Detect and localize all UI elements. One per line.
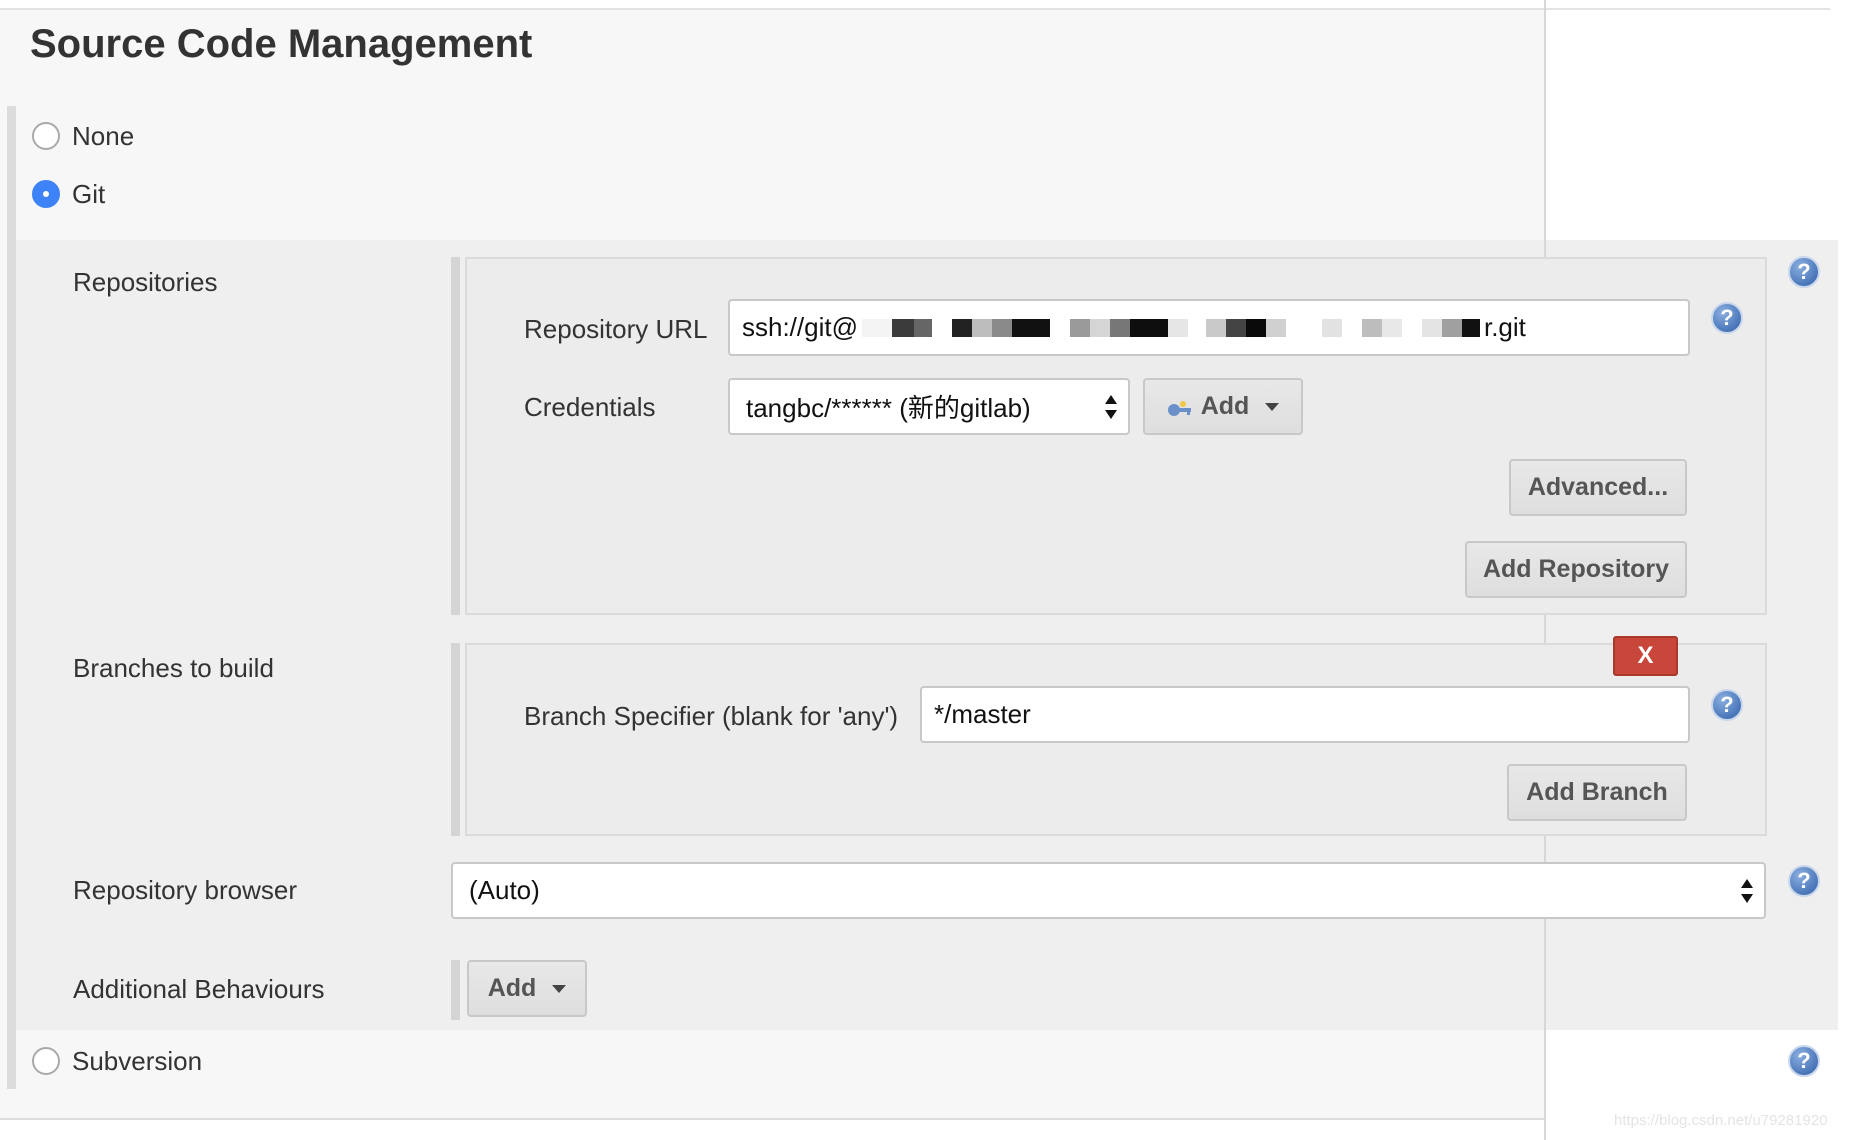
- scm-git-radio[interactable]: [32, 180, 60, 208]
- advanced-button[interactable]: Advanced...: [1509, 459, 1687, 516]
- additional-behaviours-add-label: Add: [487, 974, 537, 1002]
- branch-specifier-label: Branch Specifier (blank for 'any'): [524, 701, 899, 731]
- repositories-bar: [451, 257, 460, 615]
- top-divider: [0, 8, 1830, 10]
- additional-behaviours-add-button[interactable]: Add: [467, 960, 587, 1017]
- credentials-add-button[interactable]: Add: [1143, 378, 1303, 435]
- subversion-help-icon[interactable]: ?: [1788, 1045, 1820, 1077]
- additional-behaviours-bar: [451, 960, 460, 1020]
- branch-specifier-input[interactable]: */master: [920, 686, 1690, 743]
- repository-url-suffix: r.git: [1483, 312, 1526, 342]
- repositories-help-icon[interactable]: ?: [1788, 256, 1820, 288]
- dropdown-caret-icon: [552, 984, 567, 993]
- branches-bar: [451, 643, 460, 836]
- repository-url-input[interactable]: ssh://git@ r.git: [728, 299, 1690, 356]
- repository-browser-help-icon[interactable]: ?: [1788, 865, 1820, 897]
- repositories-label: Repositories: [73, 267, 218, 297]
- delete-branch-button[interactable]: X: [1613, 636, 1678, 676]
- repository-url-help-icon[interactable]: ?: [1711, 302, 1743, 334]
- credentials-add-label: Add: [1200, 392, 1250, 420]
- branches-label: Branches to build: [73, 653, 274, 683]
- credentials-label: Credentials: [524, 392, 656, 422]
- repository-url-label: Repository URL: [524, 314, 708, 344]
- scm-none-label[interactable]: None: [72, 121, 134, 152]
- add-branch-button[interactable]: Add Branch: [1507, 764, 1687, 821]
- bottom-divider: [0, 1118, 1544, 1120]
- repository-browser-value: (Auto): [469, 875, 540, 905]
- section-title: Source Code Management: [30, 22, 533, 66]
- scm-git-label[interactable]: Git: [72, 179, 105, 210]
- repository-browser-select[interactable]: (Auto): [451, 862, 1766, 919]
- credentials-select[interactable]: tangbc/****** (新的gitlab): [728, 378, 1130, 435]
- branch-specifier-help-icon[interactable]: ?: [1711, 689, 1743, 721]
- scm-none-radio[interactable]: [32, 122, 60, 150]
- dropdown-caret-icon: [1265, 402, 1280, 411]
- scm-subversion-radio[interactable]: [32, 1047, 60, 1075]
- additional-behaviours-label: Additional Behaviours: [73, 974, 325, 1004]
- credentials-value: tangbc/****** (新的gitlab): [746, 393, 1031, 423]
- add-repository-button[interactable]: Add Repository: [1465, 541, 1687, 598]
- repository-url-prefix: ssh://git@: [742, 312, 858, 342]
- key-icon: [1167, 397, 1193, 417]
- redacted-url-mask: [861, 318, 1480, 337]
- repository-browser-label: Repository browser: [73, 875, 297, 905]
- scm-subversion-label[interactable]: Subversion: [72, 1046, 202, 1077]
- select-arrows-icon: [1740, 877, 1754, 905]
- section-left-bar: [7, 106, 16, 1089]
- watermark-text: https://blog.csdn.net/u79281920: [1614, 1112, 1828, 1129]
- select-arrows-icon: [1104, 393, 1118, 421]
